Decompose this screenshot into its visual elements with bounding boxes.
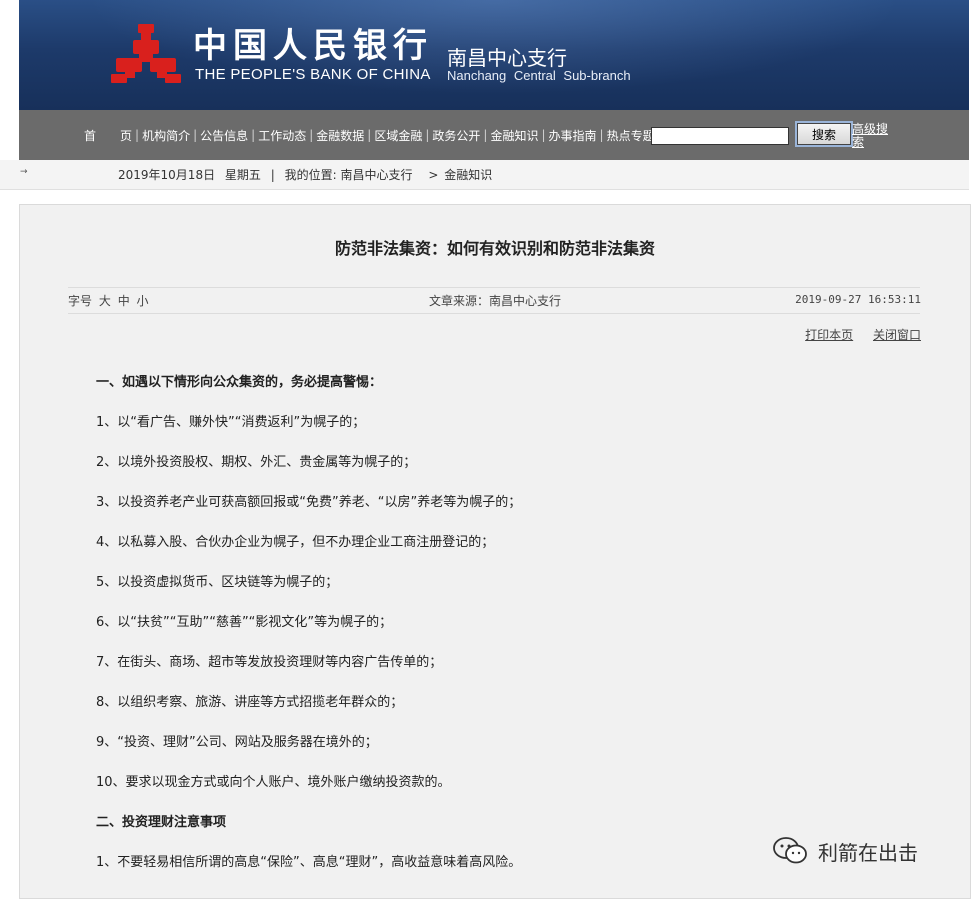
wechat-watermark: 利箭在出击: [772, 836, 918, 866]
wechat-icon: [773, 837, 807, 864]
divider: [68, 313, 920, 314]
nav-item-regional-finance[interactable]: 区域金融: [371, 127, 425, 144]
nav-item-financial-data[interactable]: 金融数据: [313, 127, 367, 144]
breadcrumb-separator: |: [270, 168, 275, 182]
article-paragraph: 9、“投资、理财”公司、网站及服务器在境外的；: [96, 735, 378, 750]
nav-item-public-affairs[interactable]: 政务公开: [429, 127, 483, 144]
branch-name-cn: 南昌中心支行: [447, 46, 567, 70]
branch-name-en: Nanchang Central Sub-branch: [447, 68, 631, 83]
nav-item-home[interactable]: 首 页: [81, 127, 135, 144]
article-body: 一、如遇以下情形向公众集资的，务必提高警惕： 1、以“看广告、赚外快”“消费返利”…: [96, 373, 936, 893]
article-paragraph: 5、以投资虚拟货币、区块链等为幌子的；: [96, 575, 339, 590]
arrow-right-icon: →: [20, 167, 28, 177]
breadcrumb: 2019年10月18日 星期五 | 我的位置: 南昌中心支行 > 金融知识: [118, 166, 498, 183]
print-link[interactable]: 打印本页: [805, 328, 853, 342]
article-datetime: 2019-09-27 16:53:11: [795, 293, 921, 306]
nav-items: 首 页 | 机构简介 | 公告信息 | 工作动态 | 金融数据 | 区域金融 |…: [81, 110, 658, 160]
nav-item-service-guide[interactable]: 办事指南: [546, 127, 600, 144]
breadcrumb-bar: → 2019年10月18日 星期五 | 我的位置: 南昌中心支行 > 金融知识: [0, 160, 969, 190]
article-paragraph: 10、要求以现金方式或向个人账户、境外账户缴纳投资款的。: [96, 775, 451, 790]
article-paragraph: 3、以投资养老产业可获高额回报或“免费”养老、“以房”养老等为幌子的；: [96, 495, 522, 510]
pboc-logo-icon[interactable]: [111, 22, 181, 88]
breadcrumb-current-link[interactable]: 金融知识: [444, 168, 492, 182]
nav-item-about[interactable]: 机构简介: [139, 127, 193, 144]
article-paragraph: 8、以组织考察、旅游、讲座等方式招揽老年群众的；: [96, 695, 404, 710]
article-panel: 防范非法集资：如何有效识别和防范非法集资 字号 大 中 小 文章来源：南昌中心支…: [19, 204, 971, 899]
article-paragraph: 1、以“看广告、赚外快”“消费返利”为幌子的；: [96, 415, 366, 430]
advanced-search-link[interactable]: 高级搜索: [852, 123, 896, 149]
breadcrumb-arrow: >: [428, 168, 439, 182]
search-button[interactable]: 搜索: [797, 123, 851, 145]
article-section-heading: 一、如遇以下情形向公众集资的，务必提高警惕：: [96, 375, 383, 390]
location-label: 我的位置:: [284, 168, 337, 182]
article-title: 防范非法集资：如何有效识别和防范非法集资: [334, 239, 655, 258]
close-window-link[interactable]: 关闭窗口: [873, 328, 921, 342]
article-paragraph: 6、以“扶贫”“互助”“慈善”“影视文化”等为幌子的；: [96, 615, 393, 630]
article-paragraph: 7、在街头、商场、超市等发放投资理财等内容广告传单的；: [96, 655, 443, 670]
watermark-text: 利箭在出击: [818, 840, 918, 865]
nav-item-work-news[interactable]: 工作动态: [255, 127, 309, 144]
divider: [68, 287, 920, 288]
article-paragraph: 4、以私募入股、合伙办企业为幌子，但不办理企业工商注册登记的；: [96, 535, 495, 550]
breadcrumb-root-link[interactable]: 南昌中心支行: [341, 168, 413, 182]
current-date: 2019年10月18日: [118, 168, 216, 182]
nav-item-hot-topics[interactable]: 热点专题: [604, 127, 658, 144]
search-input[interactable]: [651, 127, 789, 145]
current-weekday: 星期五: [224, 168, 261, 182]
article-tools: 打印本页 关闭窗口: [789, 326, 921, 343]
nav-item-announcements[interactable]: 公告信息: [197, 127, 251, 144]
nav-item-financial-knowledge[interactable]: 金融知识: [487, 127, 541, 144]
site-header: 中国人民银行 THE PEOPLE'S BANK OF CHINA 南昌中心支行…: [19, 0, 969, 110]
bank-name-en: THE PEOPLE'S BANK OF CHINA: [195, 66, 431, 83]
bank-name-cn: 中国人民银行: [193, 26, 433, 66]
article-paragraph: 2、以境外投资股权、期权、外汇、贵金属等为幌子的；: [96, 455, 417, 470]
